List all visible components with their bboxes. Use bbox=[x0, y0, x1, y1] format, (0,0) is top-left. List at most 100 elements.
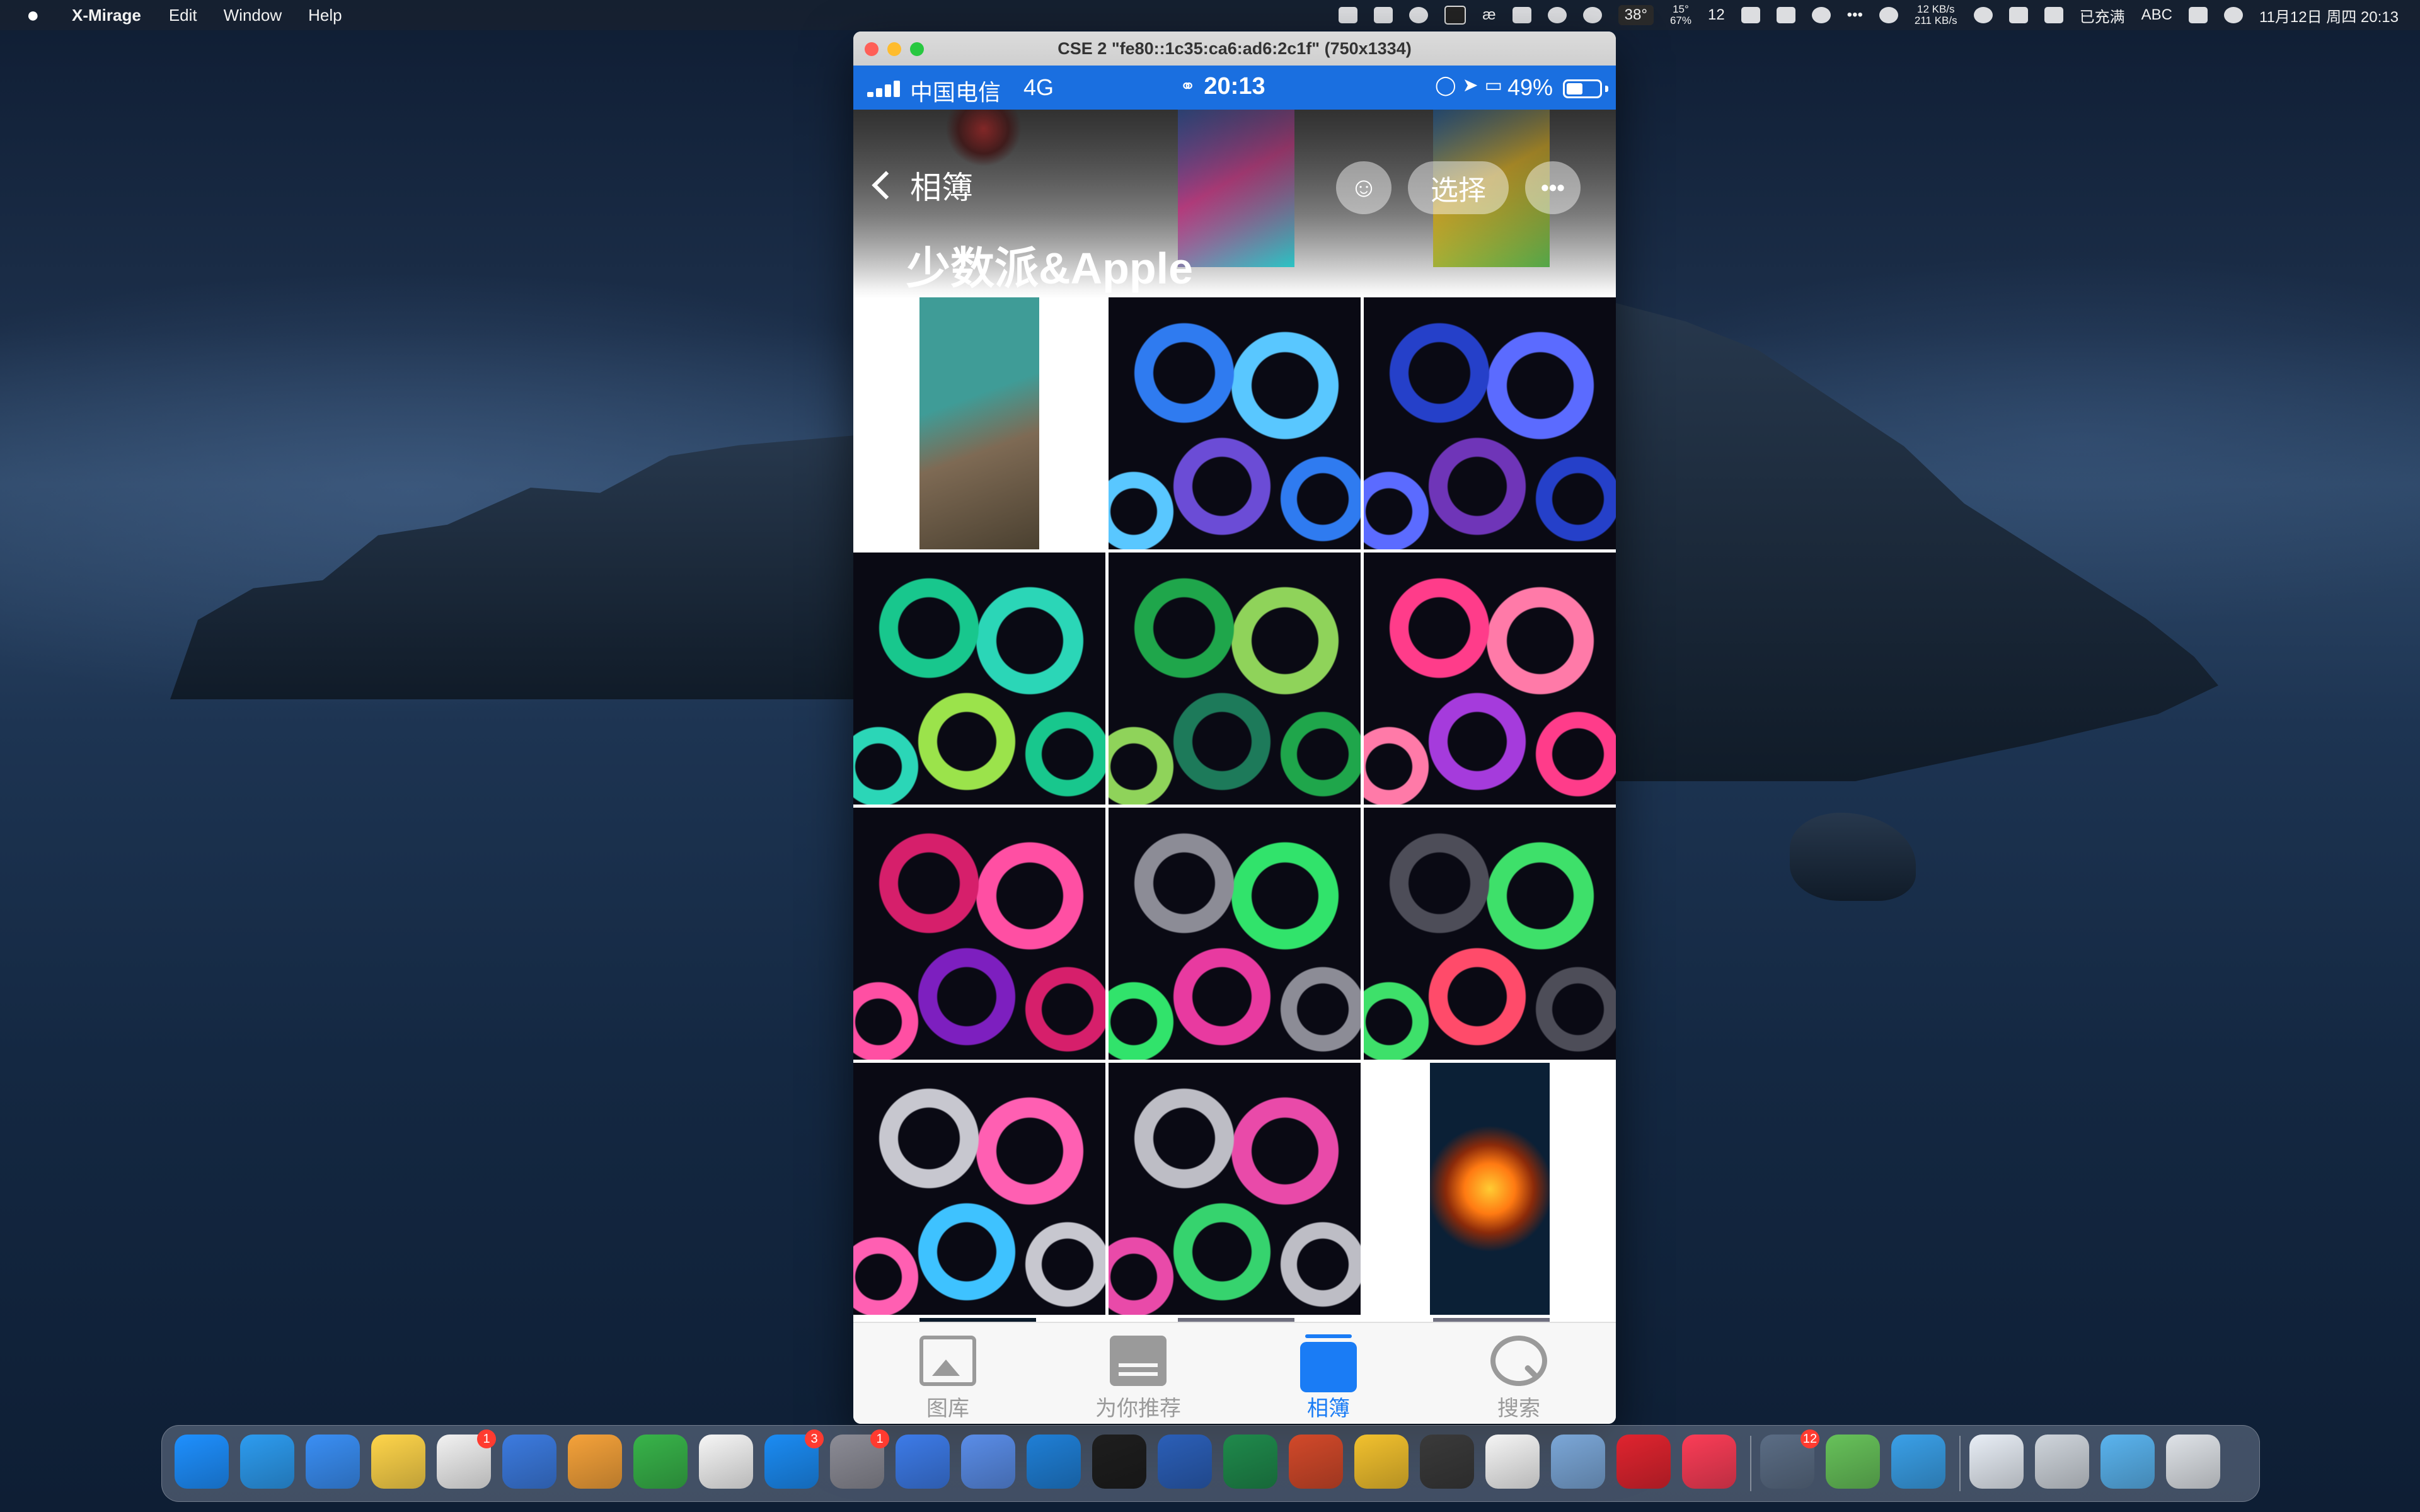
battery-status[interactable]: 已充满 bbox=[2080, 4, 2125, 26]
xcode-beta-icon[interactable] bbox=[961, 1435, 1015, 1489]
txt-document-icon[interactable] bbox=[1969, 1435, 2024, 1489]
xcode-icon[interactable] bbox=[896, 1435, 950, 1489]
keynote-icon[interactable] bbox=[502, 1435, 556, 1489]
tab-search[interactable]: 搜索 bbox=[1424, 1336, 1613, 1422]
vscode-icon[interactable] bbox=[1027, 1435, 1081, 1489]
photo-thumbnail[interactable] bbox=[1364, 808, 1616, 1060]
siri-icon[interactable] bbox=[2223, 7, 2243, 23]
chat-icon[interactable] bbox=[1409, 7, 1429, 23]
adguard-icon[interactable] bbox=[1826, 1435, 1880, 1489]
battery-fill bbox=[1567, 83, 1582, 94]
photo-thumbnail[interactable] bbox=[1109, 553, 1361, 805]
search-icon bbox=[1490, 1336, 1547, 1386]
opera-icon[interactable] bbox=[1616, 1435, 1671, 1489]
window-title: CSE 2 "fe80::1c35:ca6:ad6:2c1f" (750x133… bbox=[1057, 39, 1412, 58]
status-icons: ◯➤▭ bbox=[1434, 75, 1509, 96]
menu-bar: ● X-Mirage Edit Window Help æ 38° 15° 67… bbox=[0, 0, 2420, 30]
console-icon[interactable] bbox=[1420, 1435, 1474, 1489]
more-icon[interactable]: ••• bbox=[1847, 6, 1863, 24]
photo-thumbnail[interactable] bbox=[1109, 808, 1361, 1060]
pages-icon[interactable] bbox=[568, 1435, 622, 1489]
instruments-icon[interactable]: 12 bbox=[1760, 1429, 1819, 1489]
folder-icon[interactable] bbox=[1776, 7, 1795, 23]
app-menu[interactable]: X-Mirage bbox=[72, 6, 141, 25]
sync-icon[interactable] bbox=[1339, 7, 1358, 23]
select-button[interactable]: 选择 bbox=[1408, 161, 1509, 214]
apple-menu-icon[interactable]: ● bbox=[26, 4, 44, 26]
tab-for-you[interactable]: 为你推荐 bbox=[1044, 1336, 1233, 1422]
butterfly-app-icon[interactable] bbox=[1354, 1435, 1409, 1489]
toggle-icon[interactable] bbox=[1741, 7, 1760, 23]
excel-icon[interactable] bbox=[1223, 1435, 1277, 1489]
tab-label: 为你推荐 bbox=[1095, 1397, 1181, 1421]
qq-icon[interactable] bbox=[1485, 1435, 1540, 1489]
photo-thumbnail[interactable] bbox=[1364, 553, 1616, 805]
window-titlebar[interactable]: CSE 2 "fe80::1c35:ca6:ad6:2c1f" (750x133… bbox=[853, 32, 1616, 66]
photos-icon bbox=[919, 1336, 976, 1386]
phone-status-bar: 中国电信 4G ⚭ 20:13 ◯➤▭ 49% bbox=[853, 66, 1616, 110]
menubar-clock[interactable]: 11月12日 周四 20:13 bbox=[2259, 4, 2399, 26]
numbers-icon[interactable] bbox=[633, 1435, 688, 1489]
mail-icon[interactable] bbox=[306, 1435, 360, 1489]
photo-thumbnail[interactable] bbox=[853, 1063, 1105, 1315]
downloads-folder-icon[interactable] bbox=[2100, 1435, 2155, 1489]
battery-nub bbox=[1605, 86, 1608, 92]
coast-photo-image bbox=[919, 297, 1039, 549]
screen-icon[interactable] bbox=[1444, 6, 1466, 25]
printer-icon[interactable] bbox=[2035, 1435, 2089, 1489]
photo-thumbnail[interactable] bbox=[853, 553, 1105, 805]
photo-thumbnail[interactable] bbox=[1364, 1063, 1616, 1315]
chevron-left-icon bbox=[872, 171, 901, 200]
terminal-icon[interactable] bbox=[1092, 1435, 1146, 1489]
dock: 1 3 1 12 bbox=[161, 1425, 2260, 1502]
shield-icon[interactable] bbox=[1374, 7, 1393, 23]
network-speed[interactable]: 12 KB/s 211 KB/s bbox=[1915, 4, 1957, 26]
record-icon[interactable] bbox=[1582, 7, 1602, 23]
powerpoint-icon[interactable] bbox=[1289, 1435, 1343, 1489]
vpn-icon[interactable] bbox=[1973, 7, 1993, 23]
ae-icon[interactable]: æ bbox=[1482, 6, 1495, 24]
update-count[interactable]: 12 bbox=[1708, 6, 1725, 24]
photo-thumbnail[interactable] bbox=[1364, 297, 1616, 549]
temperature-badge[interactable]: 38° bbox=[1618, 5, 1654, 25]
back-label: 相簿 bbox=[910, 170, 973, 205]
reminders-icon[interactable]: 1 bbox=[437, 1429, 496, 1489]
music-icon[interactable] bbox=[1682, 1435, 1736, 1489]
back-button[interactable]: 相簿 bbox=[868, 159, 973, 212]
x-mirage-icon[interactable] bbox=[1891, 1435, 1945, 1489]
tab-library[interactable]: 图库 bbox=[853, 1336, 1042, 1422]
cursor-icon[interactable] bbox=[1512, 7, 1531, 23]
photos-app-icon[interactable] bbox=[699, 1435, 753, 1489]
word-icon[interactable] bbox=[1158, 1435, 1212, 1489]
preview-icon[interactable] bbox=[1551, 1435, 1605, 1489]
battery-icon[interactable] bbox=[2044, 7, 2063, 23]
notes-icon[interactable] bbox=[371, 1435, 425, 1489]
tab-albums[interactable]: 相簿 bbox=[1234, 1334, 1423, 1422]
more-button[interactable]: ••• bbox=[1525, 161, 1581, 214]
photo-thumbnail[interactable] bbox=[853, 808, 1105, 1060]
menu-edit[interactable]: Edit bbox=[169, 6, 197, 25]
app-store-icon[interactable]: 3 bbox=[764, 1429, 824, 1489]
menu-help[interactable]: Help bbox=[308, 6, 342, 25]
shared-person-button[interactable]: ☺ bbox=[1336, 161, 1392, 214]
input-method[interactable]: ABC bbox=[2141, 6, 2172, 24]
menu-window[interactable]: Window bbox=[224, 6, 282, 25]
cloud-icon[interactable] bbox=[1547, 7, 1567, 23]
photo-thumbnail[interactable] bbox=[1109, 1063, 1361, 1315]
weather-temp: 15° bbox=[1673, 3, 1689, 15]
finder-icon[interactable] bbox=[175, 1435, 229, 1489]
dock-badge: 1 bbox=[870, 1429, 889, 1448]
weather-widget[interactable]: 15° 67% bbox=[1670, 4, 1691, 26]
control-center-icon[interactable] bbox=[2188, 7, 2208, 23]
photo-thumbnail[interactable] bbox=[1109, 297, 1361, 549]
tab-bar: 图库 为你推荐 相簿 搜索 bbox=[853, 1322, 1616, 1424]
system-preferences-icon[interactable]: 1 bbox=[830, 1429, 889, 1489]
layout-icon[interactable] bbox=[2008, 7, 2028, 23]
link-icon[interactable] bbox=[1879, 7, 1898, 23]
trash-icon[interactable] bbox=[2166, 1435, 2220, 1489]
tab-label: 搜索 bbox=[1497, 1397, 1540, 1421]
mirror-window: CSE 2 "fe80::1c35:ca6:ad6:2c1f" (750x133… bbox=[853, 32, 1616, 1424]
clock-icon[interactable] bbox=[1811, 7, 1831, 23]
safari-icon[interactable] bbox=[240, 1435, 294, 1489]
photo-thumbnail[interactable] bbox=[853, 297, 1105, 549]
